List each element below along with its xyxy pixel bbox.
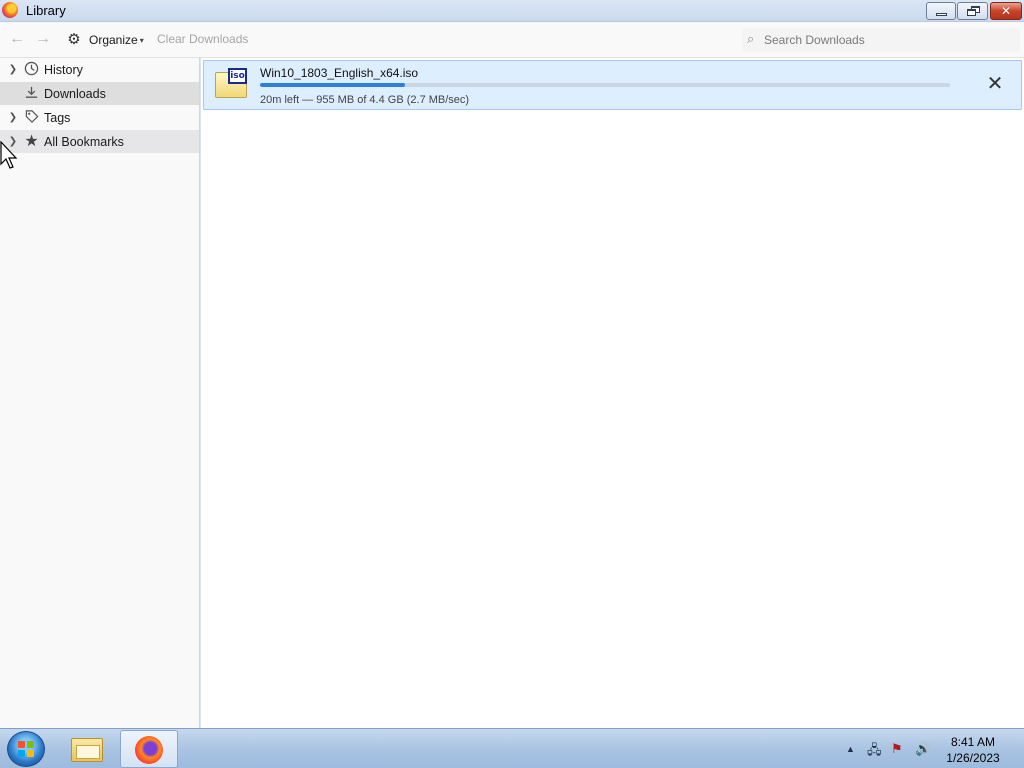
- volume-icon[interactable]: 🔊: [915, 741, 931, 757]
- download-status: 20m left — 955 MB of 4.4 GB (2.7 MB/sec): [260, 94, 470, 106]
- windows-logo-icon: [18, 741, 35, 758]
- downloads-list: iso Win10_1803_English_x64.iso 20m left …: [201, 58, 1024, 728]
- window-title: Library: [26, 3, 66, 18]
- taskbar-firefox-button[interactable]: [120, 730, 178, 768]
- forward-button[interactable]: →: [33, 30, 53, 50]
- clock-time: 8:41 AM: [950, 735, 996, 749]
- download-filename: Win10_1803_English_x64.iso: [260, 66, 419, 80]
- restore-button[interactable]: [957, 2, 988, 20]
- start-button[interactable]: [7, 731, 45, 767]
- file-type-badge: iso: [228, 68, 247, 84]
- download-item[interactable]: iso Win10_1803_English_x64.iso 20m left …: [203, 60, 1022, 110]
- chevron-right-icon[interactable]: ❯: [8, 112, 18, 123]
- clock-date: 1/26/2023: [946, 751, 1000, 765]
- iso-file-icon: iso: [215, 68, 247, 100]
- network-icon[interactable]: 🖧: [867, 741, 882, 763]
- mouse-cursor-icon: [0, 141, 18, 169]
- close-icon: ✕: [1000, 4, 1012, 18]
- firefox-icon: [135, 736, 163, 764]
- search-icon: ⌕: [747, 31, 755, 46]
- organize-label: Organize: [89, 33, 138, 47]
- minimize-icon: [936, 13, 947, 16]
- sidebar: ❯ History Downloads ❯ Tags ❯ ★ All Bookm…: [0, 58, 200, 728]
- sidebar-item-label: Downloads: [44, 86, 106, 101]
- firefox-icon: [2, 2, 18, 18]
- search-box[interactable]: ⌕: [742, 28, 1020, 52]
- toolbar: ← → ⚙ Organize ▾ Clear Downloads ⌕: [0, 22, 1024, 58]
- gear-icon: ⚙: [67, 31, 81, 48]
- chevron-down-icon: ▾: [139, 35, 144, 45]
- title-bar: Library ✕: [0, 0, 1024, 22]
- clock[interactable]: 8:41 AM 1/26/2023: [930, 734, 1016, 766]
- download-progress-fill: [260, 83, 405, 87]
- search-input[interactable]: [764, 32, 1014, 48]
- arrow-right-icon: →: [35, 30, 51, 47]
- star-icon: ★: [24, 133, 39, 150]
- action-center-flag-icon[interactable]: ⚑: [891, 741, 903, 757]
- arrow-left-icon: ←: [9, 30, 25, 47]
- minimize-button[interactable]: [926, 2, 956, 20]
- taskbar-explorer-button[interactable]: [59, 730, 117, 768]
- sidebar-item-label: All Bookmarks: [44, 134, 124, 149]
- show-hidden-icons-arrow[interactable]: ▲: [846, 744, 855, 754]
- taskbar: ▲ 🖧 ⚑ 🔊 8:41 AM 1/26/2023: [0, 728, 1024, 768]
- sidebar-item-history[interactable]: ❯ History: [0, 58, 199, 81]
- download-progress-bar: [260, 83, 950, 87]
- sidebar-item-label: History: [44, 62, 83, 77]
- clock-icon: [23, 61, 40, 78]
- sidebar-item-tags[interactable]: ❯ Tags: [0, 106, 199, 129]
- back-button[interactable]: ←: [7, 30, 27, 50]
- clear-downloads-button[interactable]: Clear Downloads: [157, 32, 248, 46]
- chevron-right-icon[interactable]: ❯: [8, 64, 18, 75]
- close-icon: ✕: [986, 73, 1004, 95]
- tag-icon: [23, 109, 40, 126]
- close-button[interactable]: ✕: [990, 2, 1022, 20]
- download-icon: [23, 85, 40, 102]
- cancel-download-button[interactable]: ✕: [984, 74, 1006, 96]
- folder-icon: [71, 738, 103, 762]
- sidebar-item-all-bookmarks[interactable]: ❯ ★ All Bookmarks: [0, 130, 199, 153]
- organize-button[interactable]: ⚙ Organize ▾: [66, 30, 144, 50]
- sidebar-item-downloads[interactable]: Downloads: [0, 82, 199, 105]
- sidebar-item-label: Tags: [44, 110, 71, 125]
